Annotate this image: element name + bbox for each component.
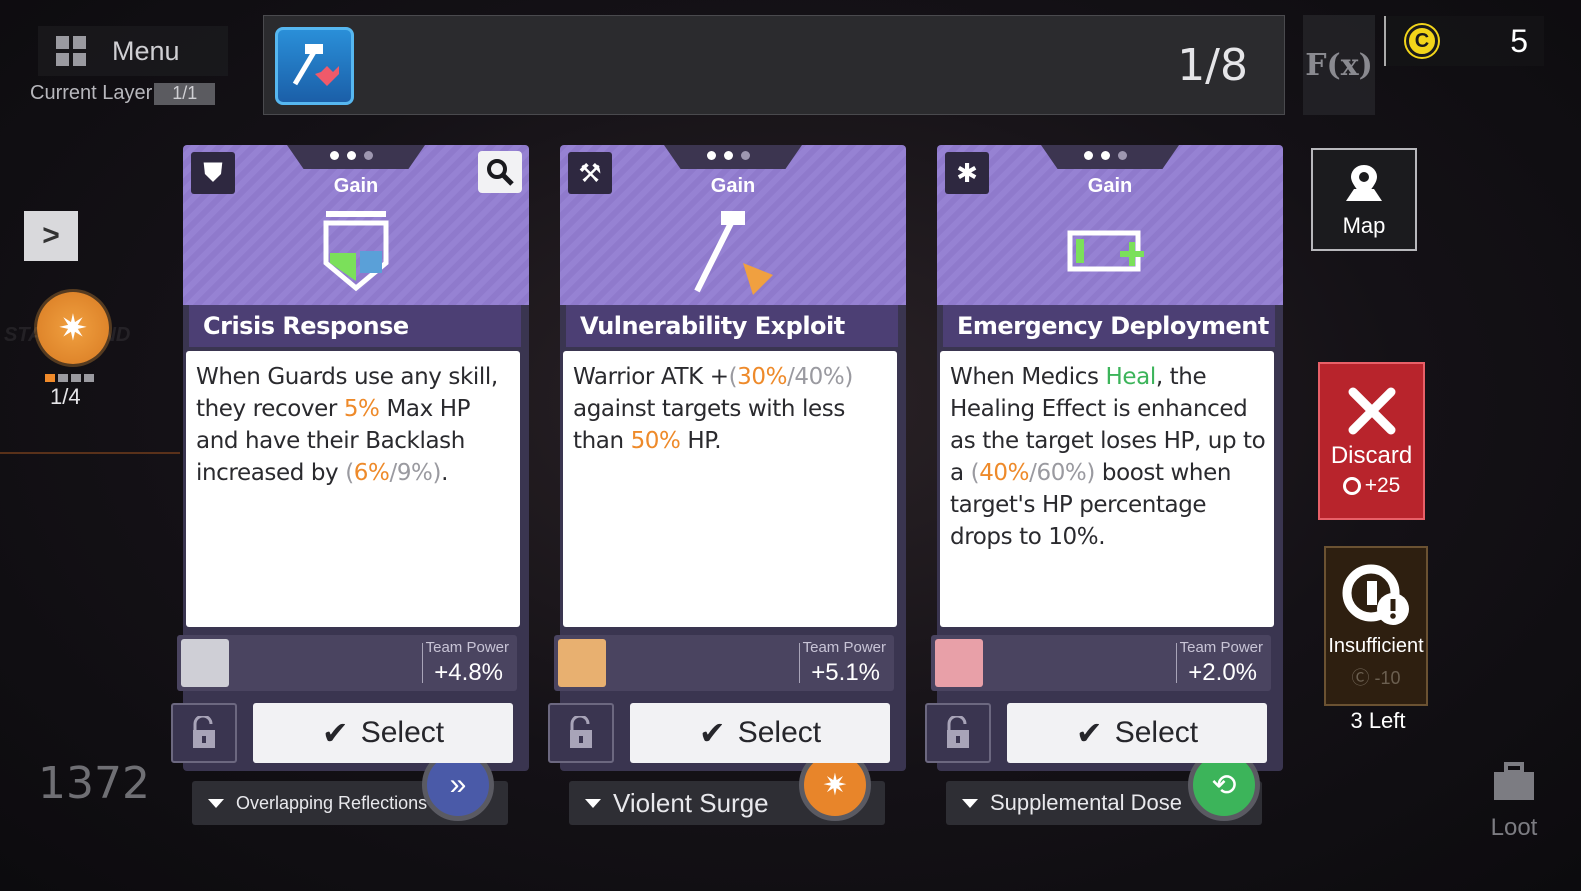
- card-art-icon: [694, 211, 773, 295]
- discard-button[interactable]: Discard +25: [1318, 362, 1425, 520]
- team-power-value: +2.0%: [1188, 659, 1257, 686]
- briefcase-icon: [1494, 762, 1534, 800]
- team-power-label: Team Power: [802, 639, 886, 656]
- coin-icon: C: [1406, 25, 1438, 57]
- selection-progress: 1/8: [1177, 40, 1248, 91]
- team-power-label: Team Power: [425, 639, 509, 656]
- check-icon: ✔: [321, 715, 349, 751]
- chevron-down-icon: [208, 798, 224, 808]
- team-power-row: Team Power +5.1%: [554, 635, 894, 691]
- select-label: Select: [1114, 716, 1199, 749]
- discard-cost-value: +25: [1364, 474, 1401, 497]
- check-icon: ✔: [1075, 715, 1103, 751]
- node-level: 1/4: [50, 384, 81, 409]
- layer-label: Current Layer: [30, 82, 153, 104]
- card-description: Warrior ATK +(30%/40%) against targets w…: [573, 364, 853, 454]
- card-title: Emergency Deployment: [943, 305, 1275, 347]
- insufficient-button[interactable]: Insufficient Ⓒ -10: [1324, 546, 1428, 706]
- insufficient-cost-value: -10: [1374, 667, 1401, 688]
- divider: [799, 643, 800, 683]
- team-power-value: +4.8%: [434, 659, 503, 686]
- grid-icon: [56, 36, 86, 66]
- rarity-dots: [330, 151, 373, 160]
- formula-icon[interactable]: F(x): [1303, 15, 1375, 115]
- discard-cost: +25: [1342, 474, 1401, 498]
- currency-display: C 5: [1384, 16, 1544, 66]
- team-power-value: +5.1%: [811, 659, 880, 686]
- divider: [422, 643, 423, 683]
- unlock-icon: [193, 716, 215, 748]
- coin-icon: Ⓒ: [1351, 667, 1370, 688]
- select-button[interactable]: ✔ Select: [253, 703, 513, 763]
- card-1[interactable]: ⚒ Gain Vulnerability Exploit Warrior ATK…: [548, 145, 906, 825]
- card-description-box: Warrior ATK +(30%/40%) against targets w…: [563, 351, 897, 825]
- refresh-left-count: 3 Left: [1350, 708, 1406, 733]
- chevron-down-icon: [962, 798, 978, 808]
- unlock-icon: [947, 716, 969, 748]
- card-art-icon: [1067, 230, 1144, 272]
- insufficient-cost: Ⓒ -10: [1351, 664, 1400, 690]
- menu-label: Menu: [112, 35, 180, 66]
- team-power-row: Team Power +4.8%: [177, 635, 517, 691]
- set-name: Overlapping Reflections: [236, 792, 428, 813]
- select-button[interactable]: ✔ Select: [1007, 703, 1267, 763]
- chevron-right-icon: >: [42, 219, 60, 252]
- menu-button[interactable]: Menu: [38, 26, 228, 76]
- operator-portrait: [558, 639, 606, 687]
- card-0[interactable]: ⛊ Gain Crisis Response When Guards use a…: [171, 145, 529, 825]
- loot-button[interactable]: Loot: [1464, 750, 1564, 854]
- lock-button[interactable]: [171, 703, 237, 763]
- hammer-heart-icon: [275, 27, 354, 105]
- selection-banner: 1/8: [263, 15, 1285, 115]
- rarity-dots: [1084, 151, 1127, 160]
- operator-portrait: [181, 639, 229, 687]
- select-button[interactable]: ✔ Select: [630, 703, 890, 763]
- close-icon: [1348, 387, 1395, 435]
- map-pin-icon: [1346, 164, 1382, 201]
- insufficient-label: Insufficient: [1328, 634, 1424, 657]
- select-label: Select: [737, 716, 822, 749]
- expand-arrow-button[interactable]: >: [24, 211, 78, 261]
- coin-icon: [1342, 477, 1361, 495]
- card-art-icon: [323, 211, 389, 292]
- card-description: When Guards use any skill, they recover …: [196, 364, 498, 486]
- card-category: Gain: [1087, 175, 1133, 197]
- card-title: Vulnerability Exploit: [566, 305, 898, 347]
- current-layer: Current Layer 1/1: [30, 82, 216, 105]
- card-title: Crisis Response: [189, 305, 521, 347]
- set-name: Violent Surge: [613, 787, 769, 818]
- card-description-box: When Guards use any skill, they recover …: [186, 351, 520, 825]
- card-category: Gain: [710, 175, 756, 197]
- node-emblem-icon[interactable]: ✷: [37, 292, 109, 364]
- rarity-dots: [707, 151, 750, 160]
- map-label: Map: [1342, 212, 1386, 238]
- layer-value: 1/1: [154, 82, 216, 105]
- loot-label: Loot: [1490, 814, 1538, 841]
- card-2[interactable]: ✱ Gain Emergency Deployment When Medics …: [925, 145, 1283, 825]
- check-icon: ✔: [698, 715, 726, 751]
- team-power-row: Team Power +2.0%: [931, 635, 1271, 691]
- operator-portrait: [935, 639, 983, 687]
- lock-button[interactable]: [925, 703, 991, 763]
- select-label: Select: [360, 716, 445, 749]
- discard-label: Discard: [1330, 442, 1413, 469]
- big-number: 1372: [38, 758, 150, 809]
- divider: [1176, 643, 1177, 683]
- unlock-icon: [570, 716, 592, 748]
- node-pips: [45, 374, 94, 382]
- team-power-label: Team Power: [1179, 639, 1263, 656]
- set-name: Supplemental Dose: [990, 790, 1183, 815]
- card-description: When Medics Heal, the Healing Effect is …: [950, 364, 1266, 550]
- map-button[interactable]: Map: [1311, 148, 1417, 251]
- currency-amount: 5: [1510, 22, 1528, 59]
- search-icon[interactable]: [478, 151, 522, 193]
- coin-warning-icon: [1342, 564, 1409, 625]
- lock-button[interactable]: [548, 703, 614, 763]
- card-description-box: When Medics Heal, the Healing Effect is …: [940, 351, 1274, 825]
- bg-line: [0, 452, 180, 454]
- chevron-down-icon: [585, 798, 601, 808]
